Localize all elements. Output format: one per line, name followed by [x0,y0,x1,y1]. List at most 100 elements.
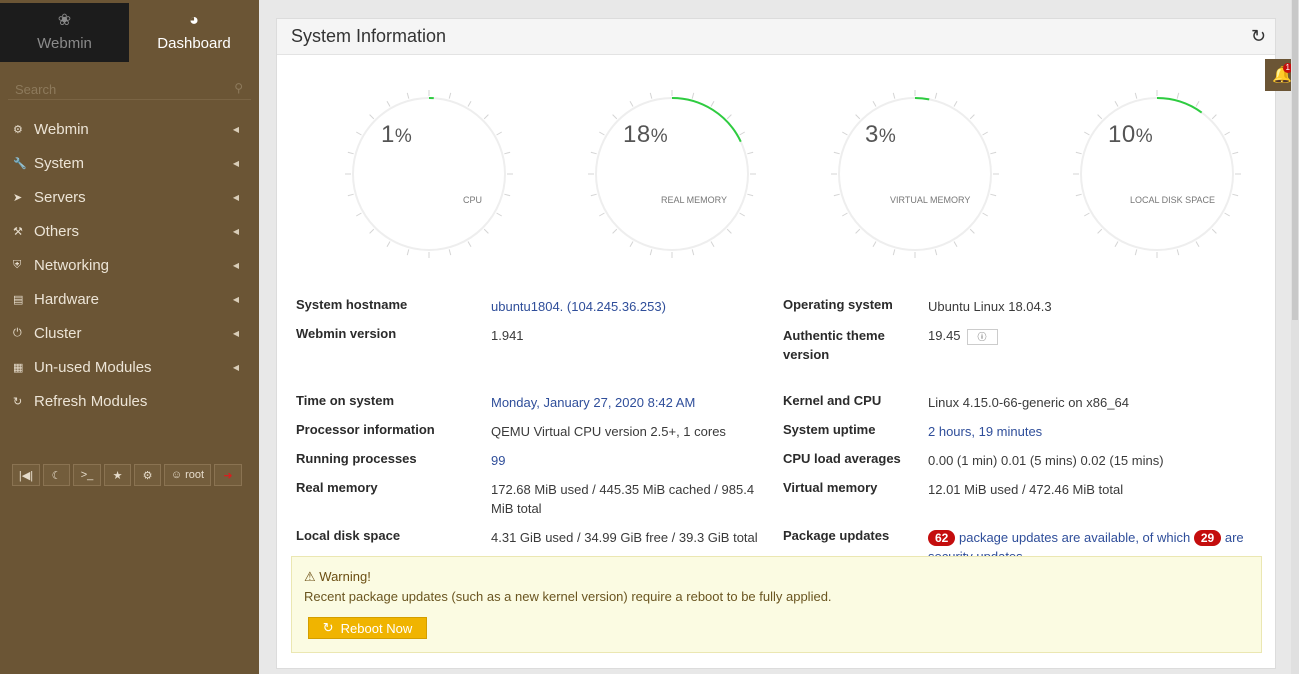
gauge-tick [691,249,695,256]
virtual-memory-value: 12.01 MiB used / 472.46 MiB total [928,482,1124,497]
tab-dashboard[interactable]: ◕ Dashboard [129,3,259,62]
cpu-load-value: 0.00 (1 min) 0.01 (5 mins) 0.02 (15 mins… [928,453,1164,468]
gauge-track [1080,97,1234,251]
gauge-tick [833,151,840,155]
gauge-tick [1232,151,1239,155]
gauge-tick [1211,114,1217,120]
gauge-tick [1114,101,1119,107]
uptime-link[interactable]: 2 hours, 19 minutes [928,422,1042,441]
night-mode-button[interactable]: ☾ [43,464,70,486]
favorites-button[interactable]: ★ [104,464,131,486]
sidebar-item-others[interactable]: ⚒ Others ◀ [0,214,259,248]
sidebar-item-servers[interactable]: ➤ Servers ◀ [0,180,259,214]
user-cog-icon: ☺ [170,469,183,481]
gauge-tick [969,114,975,120]
updates-link[interactable]: package updates are available, of which [959,530,1190,545]
gauge-tick [1134,249,1138,256]
rocket-icon: ➤ [13,191,23,204]
gauges-row: 1% CPU 18% REAL MEMORY 3% VIRTUAL MEMORY… [277,79,1277,269]
search-input[interactable] [8,78,251,100]
gauge-tick [726,228,732,234]
cogs-icon: ⚙ [142,469,153,482]
caret-left-icon: ◀ [232,158,239,168]
gauge-tick [1075,151,1082,155]
collapse-sidebar-button[interactable]: |◀| [12,464,40,486]
sidebar: ❀ Webmin ◕ Dashboard ⚲ ⚙ Webmin ◀ 🔧 Syst… [0,0,259,674]
caret-left-icon: ◀ [232,328,239,338]
gauge-tick [448,249,452,256]
theme-config-button[interactable]: ⚙ [134,464,161,486]
gauge-tick [1075,193,1082,197]
gauge-tick [710,101,715,107]
gauge-tick [747,151,754,155]
refresh-icon[interactable]: ↻ [1251,26,1266,47]
reboot-now-button[interactable]: ↻ Reboot Now [308,617,427,639]
gauge-tick [467,101,472,107]
hdd-icon: ▤ [13,293,24,306]
gauge-dial [831,90,999,258]
gauge-tick [629,101,634,107]
sidebar-item-hardware[interactable]: ▤ Hardware ◀ [0,282,259,316]
gauge-tick [842,212,848,217]
hammer-icon: ⚒ [13,225,23,238]
sidebar-item-unused-modules[interactable]: ▦ Un-used Modules ◀ [0,350,259,384]
webmin-version-value: 1.941 [491,328,524,343]
real-memory-label: Real memory [296,480,378,495]
sidebar-item-networking[interactable]: ⛨ Networking ◀ [0,248,259,282]
gauge-tick [842,131,848,136]
running-processes-label: Running processes [296,451,417,466]
theme-info-button[interactable]: ⓘ [966,329,998,345]
gauge-tick [747,193,754,197]
gauge-tick [1211,228,1217,234]
wrench-icon: 🔧 [13,157,27,170]
time-link[interactable]: Monday, January 27, 2020 8:42 AM [491,393,695,412]
tab-webmin[interactable]: ❀ Webmin [0,3,129,62]
theme-version-label: Authentic theme version [783,328,885,362]
hostname-link[interactable]: ubuntu1804. (104.245.36.253) [491,297,666,316]
gauge-tick [1114,241,1119,247]
scrollbar-thumb[interactable] [1292,0,1298,320]
logout-button[interactable]: ➜ [214,464,242,486]
gauge-tick [599,131,605,136]
gauge-tick [612,228,618,234]
updates-are-link[interactable]: are [1225,530,1244,545]
gauge-value: 1% [381,121,413,148]
gauge-value: 10% [1108,121,1154,148]
gauge-value-arc [1156,97,1203,114]
gauge-tick [649,249,653,256]
gear-icon: ⚙ [13,123,23,136]
gauge-tick [1097,114,1103,120]
sidebar-item-refresh-modules[interactable]: ↻ Refresh Modules [0,384,259,418]
os-label: Operating system [783,297,893,312]
sidebar-item-system[interactable]: 🔧 System ◀ [0,146,259,180]
panel-title: System Information [291,26,447,46]
gauge-tick [1176,249,1180,256]
virtual-memory-label: Virtual memory [783,480,878,495]
disk-space-value: 4.31 GiB used / 34.99 GiB free / 39.3 Gi… [491,530,758,545]
gauge-tick [629,241,634,247]
sidebar-item-webmin[interactable]: ⚙ Webmin ◀ [0,112,259,146]
running-processes-link[interactable]: 99 [491,451,505,470]
gauge-label: LOCAL DISK SPACE [1130,195,1216,205]
gauge-tick [448,92,452,99]
tab-dashboard-label: Dashboard [157,35,231,52]
webmin-version-label: Webmin version [296,326,397,341]
terminal-button[interactable]: >_ [73,464,101,486]
gauge-tick [504,193,511,197]
disk-space-label: Local disk space [296,528,401,543]
terminal-icon: >_ [80,469,94,481]
gauge-tick [934,249,938,256]
gauge-tick [982,131,988,136]
real-memory-value: 172.68 MiB used / 445.35 MiB cached / 98… [491,482,755,516]
sidebar-item-label: Cluster [34,324,82,342]
page-scrollbar[interactable] [1291,0,1299,674]
user-button[interactable]: ☺ root [164,464,211,486]
gauge-tick [1224,131,1230,136]
sidebar-item-label: Refresh Modules [34,392,148,410]
gauge-local-disk-space: 10% LOCAL DISK SPACE [1067,79,1247,269]
gauge-tick [990,193,997,197]
gauge-tick [1134,92,1138,99]
hostname-label: System hostname [296,297,408,312]
sidebar-item-cluster[interactable]: ⏻ Cluster ◀ [0,316,259,350]
system-information-panel: System Information ↻ 1% CPU 18% REAL MEM… [276,18,1276,669]
